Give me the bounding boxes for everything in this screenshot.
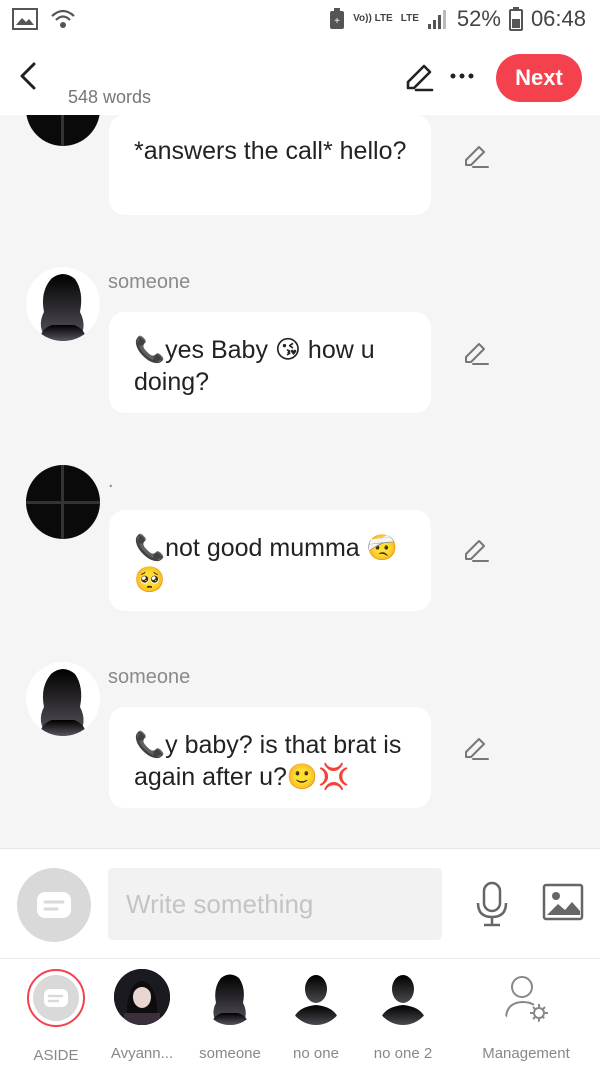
message-text: 📞yes Baby 😘 how u doing? — [134, 336, 375, 396]
back-button[interactable] — [14, 58, 44, 94]
message-feed[interactable]: *answers the call* hello? someone 📞yes B… — [0, 115, 600, 848]
tab-label: no one 2 — [373, 1045, 433, 1062]
more-options-button[interactable] — [450, 62, 474, 82]
message-bubble[interactable]: *answers the call* hello? — [109, 115, 431, 215]
tab-label: someone — [199, 1045, 261, 1062]
tab-management[interactable]: Management — [476, 969, 576, 1064]
aside-toggle-button[interactable] — [17, 868, 91, 942]
tab-character[interactable]: someone — [180, 969, 280, 1064]
data-saver-icon: + — [330, 8, 345, 29]
aside-message-icon — [37, 892, 71, 918]
signal-icon — [427, 10, 446, 29]
status-right: + Vo)) LTE LTE 52% 06:48 — [329, 6, 586, 32]
clock: 06:48 — [530, 6, 586, 31]
avatar — [288, 969, 344, 1025]
avatar[interactable] — [26, 662, 100, 736]
tab-aside[interactable]: ASIDE — [6, 969, 106, 1064]
tab-character[interactable]: Avyann... — [92, 969, 192, 1064]
character-tab-bar: ASIDE Avyann... someone no one no one 2 … — [0, 958, 600, 1068]
editor-header: 548 words Next — [0, 40, 600, 115]
edit-button[interactable] — [402, 62, 436, 96]
gallery-notification-icon — [12, 8, 38, 30]
avatar[interactable] — [26, 465, 100, 539]
message-text: 📞not good mumma 🤕🥺 — [134, 534, 398, 594]
svg-text:+: + — [334, 16, 340, 27]
avatar — [375, 969, 431, 1025]
tab-label: Avyann... — [110, 1045, 174, 1062]
volte-indicator: Vo)) LTE — [353, 13, 393, 24]
status-left — [12, 8, 76, 30]
avatar — [202, 969, 258, 1025]
composer — [0, 848, 600, 959]
more-dots-icon — [450, 73, 474, 79]
tab-label: ASIDE — [33, 1047, 79, 1064]
microphone-icon — [476, 881, 508, 927]
message-text: 📞y baby? is that brat is again after u?🙂… — [134, 731, 402, 791]
pencil-icon — [465, 738, 489, 760]
voice-input-button[interactable] — [474, 881, 510, 927]
tab-character[interactable]: no one 2 — [353, 969, 453, 1064]
tab-label: Management — [482, 1045, 570, 1062]
chevron-left-icon — [20, 62, 36, 90]
status-bar: + Vo)) LTE LTE 52% 06:48 — [0, 0, 600, 40]
image-icon — [542, 883, 584, 921]
avatar — [114, 969, 170, 1025]
pencil-icon — [406, 64, 434, 92]
pencil-icon — [465, 343, 489, 365]
battery-icon — [508, 7, 523, 31]
edit-message-button[interactable] — [462, 143, 490, 171]
aside-message-icon — [44, 989, 68, 1007]
edit-message-button[interactable] — [462, 735, 490, 763]
sender-name: someone — [108, 271, 191, 293]
message-bubble[interactable]: 📞yes Baby 😘 how u doing? — [109, 312, 431, 413]
word-count: 548 words — [68, 87, 152, 107]
tab-character[interactable]: no one — [266, 969, 366, 1064]
pencil-icon — [465, 540, 489, 562]
wifi-icon — [51, 9, 75, 28]
message-text: *answers the call* hello? — [134, 137, 407, 165]
next-button[interactable]: Next — [496, 54, 582, 102]
message-input[interactable] — [108, 868, 442, 940]
battery-percent: 52% — [456, 6, 501, 31]
sender-name: . — [108, 470, 114, 492]
edit-message-button[interactable] — [462, 537, 490, 565]
message-bubble[interactable]: 📞not good mumma 🤕🥺 — [109, 510, 431, 611]
person-gear-icon — [505, 976, 548, 1022]
insert-image-button[interactable] — [542, 883, 584, 921]
lte-indicator: LTE — [400, 13, 419, 24]
avatar[interactable] — [26, 115, 100, 146]
sender-name: someone — [108, 666, 191, 688]
avatar[interactable] — [26, 267, 100, 341]
aside-avatar — [27, 969, 85, 1027]
tab-label: no one — [293, 1045, 339, 1062]
edit-message-button[interactable] — [462, 340, 490, 368]
message-bubble[interactable]: 📞y baby? is that brat is again after u?🙂… — [109, 707, 431, 808]
management-icon-wrap — [498, 969, 554, 1025]
pencil-icon — [465, 146, 489, 168]
